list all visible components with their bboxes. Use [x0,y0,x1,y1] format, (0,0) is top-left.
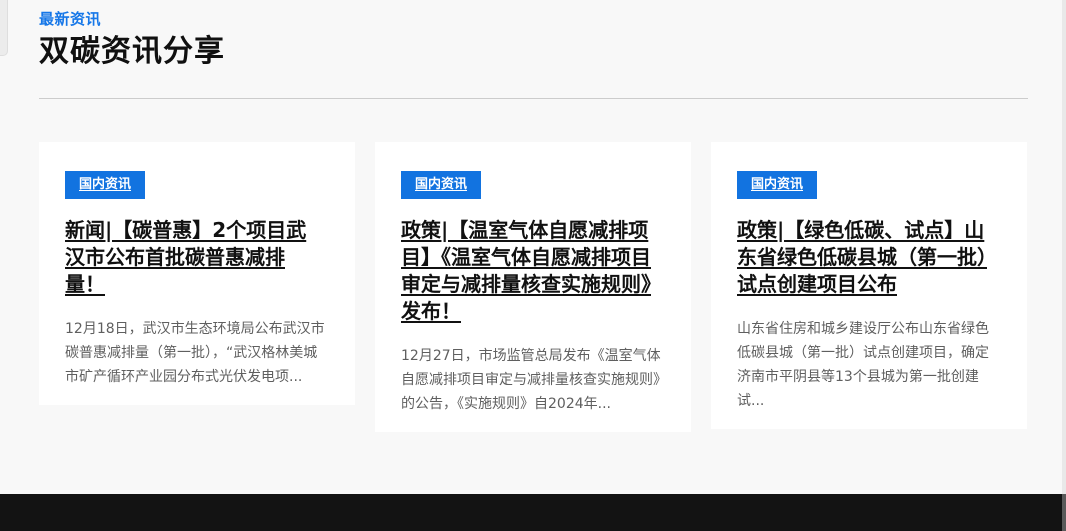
news-card[interactable]: 国内资讯 政策|【温室气体自愿减排项目】《温室气体自愿减排项目审定与减排量核查实… [375,142,691,432]
news-section: 最新资讯 双碳资讯分享 国内资讯 新闻|【碳普惠】2个项目武汉市公布首批碳普惠减… [39,8,1028,432]
card-excerpt: 12月18日，武汉市生态环境局公布武汉市碳普惠减排量（第一批），“武汉格林美城市… [65,317,329,389]
edge-handle [0,0,8,56]
footer-bar [0,494,1066,531]
news-card[interactable]: 国内资讯 新闻|【碳普惠】2个项目武汉市公布首批碳普惠减排量！ 12月18日，武… [39,142,355,405]
card-excerpt: 山东省住房和城乡建设厅公布山东省绿色低碳县城（第一批）试点创建项目，确定济南市平… [737,317,1001,413]
section-divider [39,98,1028,99]
card-title-link[interactable]: 政策|【绿色低碳、试点】山东省绿色低碳县城（第一批）试点创建项目公布 [737,217,987,298]
news-card[interactable]: 国内资讯 政策|【绿色低碳、试点】山东省绿色低碳县城（第一批）试点创建项目公布 … [711,142,1027,429]
scrollbar[interactable] [1062,0,1066,531]
card-excerpt: 12月27日，市场监管总局发布《温室气体自愿减排项目审定与减排量核查实施规则》的… [401,344,665,416]
page-title: 双碳资讯分享 [39,33,1028,71]
card-title-link[interactable]: 新闻|【碳普惠】2个项目武汉市公布首批碳普惠减排量！ [65,217,315,298]
section-eyebrow: 最新资讯 [39,8,1028,29]
news-card-list: 国内资讯 新闻|【碳普惠】2个项目武汉市公布首批碳普惠减排量！ 12月18日，武… [39,142,1028,432]
category-badge[interactable]: 国内资讯 [401,171,481,199]
category-badge[interactable]: 国内资讯 [737,171,817,199]
category-badge[interactable]: 国内资讯 [65,171,145,199]
card-title-link[interactable]: 政策|【温室气体自愿减排项目】《温室气体自愿减排项目审定与减排量核查实施规则》发… [401,217,651,325]
page: 最新资讯 双碳资讯分享 国内资讯 新闻|【碳普惠】2个项目武汉市公布首批碳普惠减… [0,0,1066,531]
